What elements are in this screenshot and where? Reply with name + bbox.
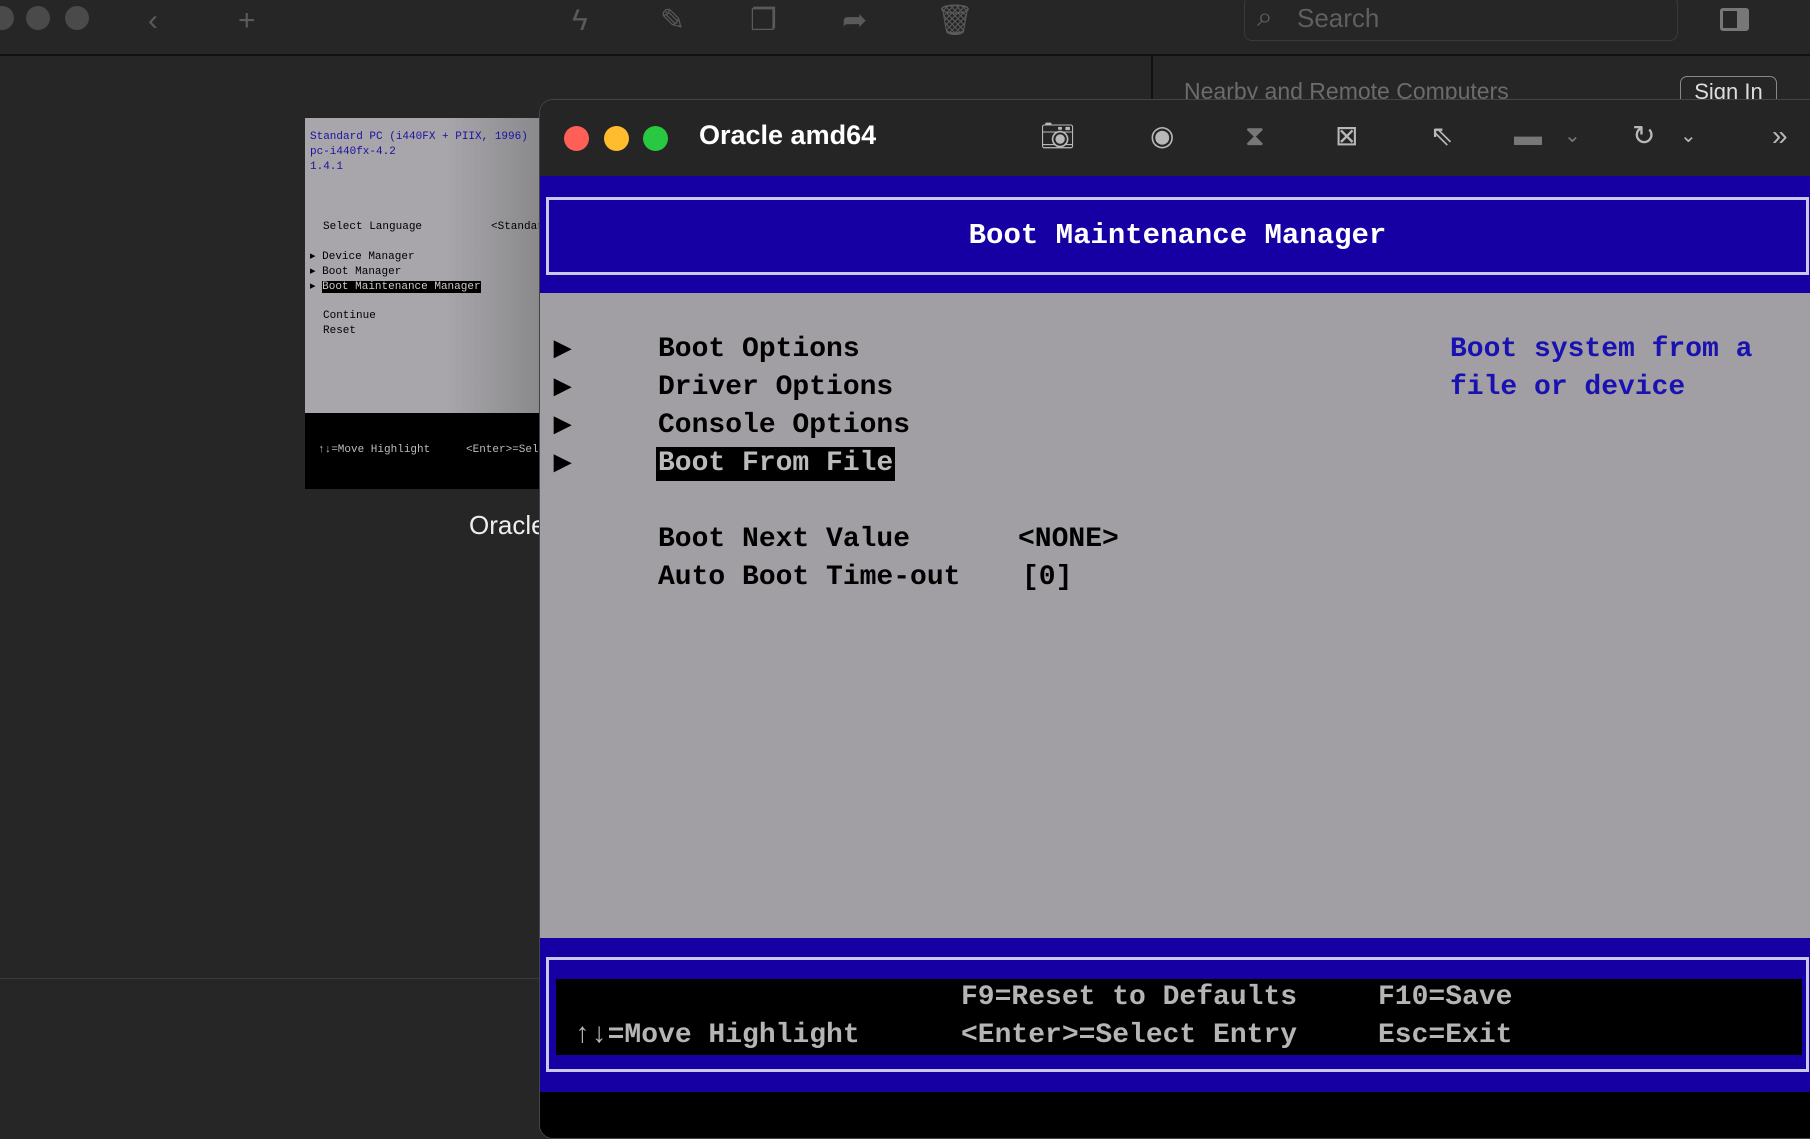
minimize-button[interactable] (604, 126, 629, 151)
thumb-line: Standard PC (i440FX + PIIX, 1996) (310, 131, 528, 143)
thumb-menu-item: Device Manager (322, 251, 415, 263)
thumb-label: Select Language (323, 221, 423, 233)
vm-screen[interactable]: Boot Maintenance Manager ▶ Boot Options … (540, 176, 1810, 1138)
eye-icon[interactable]: ◉ (1150, 118, 1174, 154)
copy-icon[interactable]: ❐ (750, 4, 777, 38)
display-icon[interactable]: ▬ (1514, 118, 1542, 154)
boot-next-value[interactable]: <NONE> (1018, 523, 1119, 557)
menu-item-boot-from-file[interactable]: Boot From File (656, 447, 896, 481)
close-button[interactable] (564, 126, 589, 151)
footer-select-hint: <Enter>=Select Entry (961, 1020, 1298, 1051)
bios-title: Boot Maintenance Manager (546, 197, 1809, 275)
footer-exit-hint: Esc=Exit (1378, 1020, 1513, 1051)
footer-reset-hint: F9=Reset to Defaults (961, 982, 1298, 1013)
plus-icon[interactable]: + (238, 4, 256, 38)
window-minimize-button[interactable] (26, 6, 50, 30)
search-input[interactable]: ⌕ Search (1244, 0, 1678, 41)
help-text: file or device (1450, 372, 1686, 403)
menu-item-console-options[interactable]: Console Options (658, 409, 910, 443)
thumb-menu-item: Boot Maintenance Manager (322, 281, 481, 293)
footer-move-hint: ↑↓=Move Highlight (574, 1020, 860, 1051)
window-close-button[interactable] (0, 6, 14, 30)
vm-thumbnail-caption: Oracle (469, 510, 546, 540)
restart-icon[interactable]: ↻ (1632, 118, 1655, 154)
thumb-value: <Standard English> (491, 221, 539, 233)
back-icon[interactable]: ‹ (148, 4, 158, 38)
chevron-down-icon[interactable]: ⌄ (1564, 118, 1581, 154)
submenu-arrow-icon: ▶ (554, 375, 571, 400)
thumb-line: pc-i440fx-4.2 (310, 146, 396, 158)
search-placeholder: Search (1297, 3, 1380, 33)
bios-footer: F9=Reset to Defaults F10=Save ↑↓=Move Hi… (556, 979, 1802, 1055)
menu-item-driver-options[interactable]: Driver Options (658, 371, 893, 405)
lightning-icon[interactable]: ϟ (572, 4, 588, 38)
submenu-arrow-icon: ▶ (554, 337, 571, 362)
thumb-line: 1.4.1 (310, 161, 344, 173)
setting-label: Auto Boot Time-out (658, 562, 961, 593)
more-icon[interactable]: » (1772, 118, 1788, 154)
cursor-icon[interactable]: ⇖ (1430, 118, 1453, 154)
thumb-action: Continue (323, 310, 376, 322)
vm-title: Oracle amd64 (699, 120, 877, 150)
help-text: Boot system from a (1450, 334, 1753, 365)
sidebar-toggle-icon[interactable] (1720, 8, 1749, 31)
thumb-footer: ↑↓=Move Highlight (318, 444, 431, 456)
thumb-footer: <Enter>=Select Entry (466, 444, 539, 456)
shared-folder-icon[interactable]: ⧗ (1245, 118, 1265, 154)
divider (0, 978, 539, 979)
camera-icon[interactable]: 📷︎ (1040, 118, 1076, 154)
search-icon: ⌕ (1257, 1, 1273, 32)
setting-label: Boot Next Value (658, 524, 911, 555)
bios-footer-band: F9=Reset to Defaults F10=Save ↑↓=Move Hi… (540, 938, 1810, 1092)
bios-footer-box: F9=Reset to Defaults F10=Save ↑↓=Move Hi… (546, 957, 1809, 1072)
vm-thumbnail[interactable]: Standard PC (i440FX + PIIX, 1996) pc-i44… (305, 118, 539, 489)
app-toolbar: ‹ + ϟ ✎ ❐ ➦ 🗑 ⌕ Search (0, 0, 1810, 56)
submenu-arrow-icon: ▶ (554, 413, 571, 438)
vm-titlebar: Oracle amd64 📷︎ ◉ ⧗ ⊠ ⇖ ▬ ⌄ ↻ ⌄ » (540, 100, 1810, 176)
menu-item-boot-options[interactable]: Boot Options (658, 333, 860, 367)
trash-icon[interactable]: 🗑 (936, 4, 974, 38)
auto-boot-timeout-value[interactable]: [0] (1022, 561, 1072, 595)
pencil-icon[interactable]: ✎ (660, 4, 685, 38)
bios-header-band: Boot Maintenance Manager (540, 176, 1810, 293)
share-icon[interactable]: ➦ (842, 4, 867, 38)
footer-save-hint: F10=Save (1378, 982, 1513, 1013)
bios-body: ▶ Boot Options ▶ Driver Options ▶ Consol… (540, 293, 1810, 938)
submenu-arrow-icon: ▶ (554, 451, 571, 476)
window-zoom-button[interactable] (65, 6, 89, 30)
thumb-action: Reset (323, 325, 357, 337)
thumb-menu-item: Boot Manager (322, 266, 402, 278)
vm-window: Oracle amd64 📷︎ ◉ ⧗ ⊠ ⇖ ▬ ⌄ ↻ ⌄ » Boot M… (539, 99, 1810, 1139)
capture-input-icon[interactable]: ⊠ (1335, 118, 1358, 154)
chevron-down-icon[interactable]: ⌄ (1680, 118, 1697, 154)
zoom-button[interactable] (643, 126, 668, 151)
